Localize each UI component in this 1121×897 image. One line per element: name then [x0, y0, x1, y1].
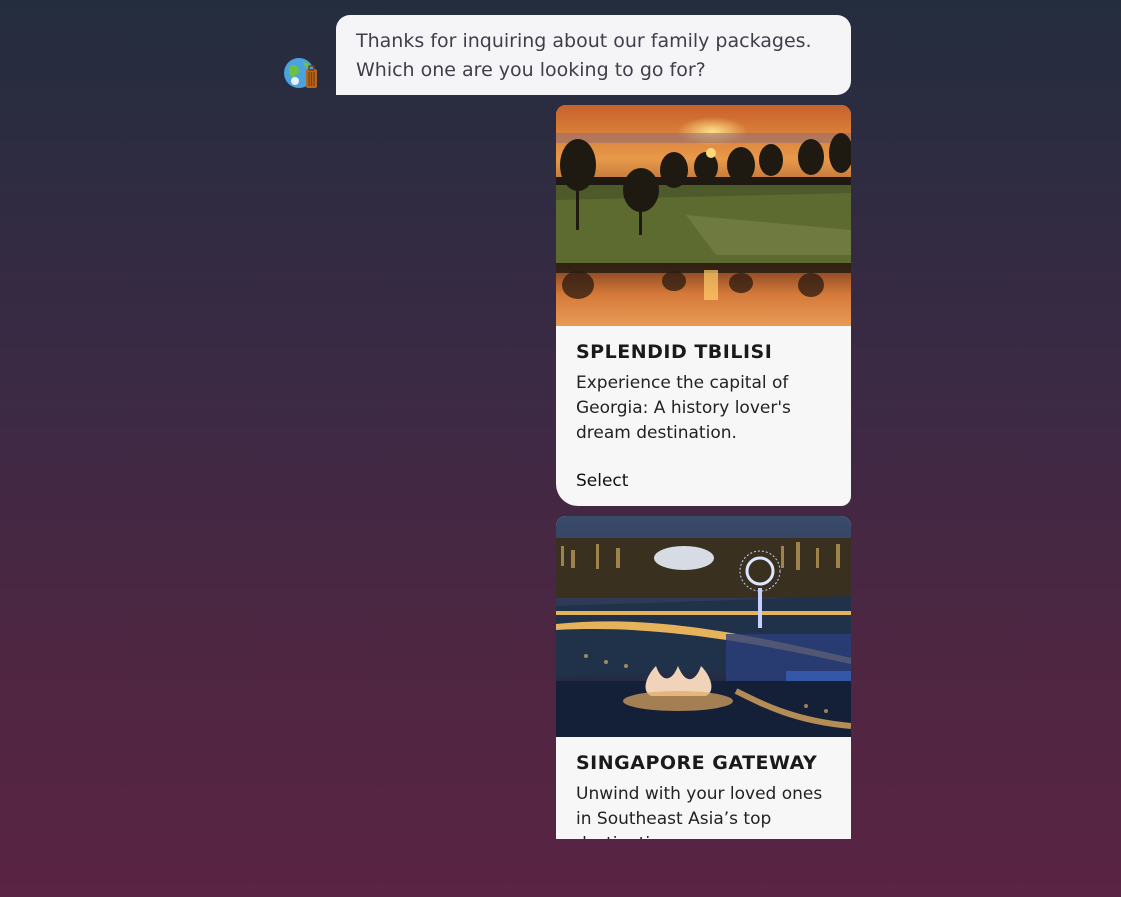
- card-description: Experience the capital of Georgia: A his…: [576, 373, 791, 443]
- bot-message-line-1: Thanks for inquiring about our family pa…: [356, 30, 812, 52]
- package-card-singapore[interactable]: SINGAPORE GATEWAY Unwind with your loved…: [556, 516, 851, 839]
- card-title: SPLENDID TBILISI: [576, 341, 773, 363]
- bot-avatar: [283, 55, 317, 89]
- card-description: Unwind with your loved ones in Southeast…: [576, 784, 823, 839]
- globe-luggage-icon: [284, 58, 317, 88]
- card-title: SINGAPORE GATEWAY: [576, 752, 818, 774]
- sunset-lake-photo: [556, 105, 851, 326]
- bot-message-bubble: Thanks for inquiring about our family pa…: [336, 15, 851, 95]
- singapore-skyline-photo: [556, 516, 851, 737]
- select-button[interactable]: Select: [576, 471, 831, 491]
- package-card-tbilisi[interactable]: SPLENDID TBILISI Experience the capital …: [556, 105, 851, 506]
- bot-message-line-2: Which one are you looking to go for?: [356, 59, 706, 81]
